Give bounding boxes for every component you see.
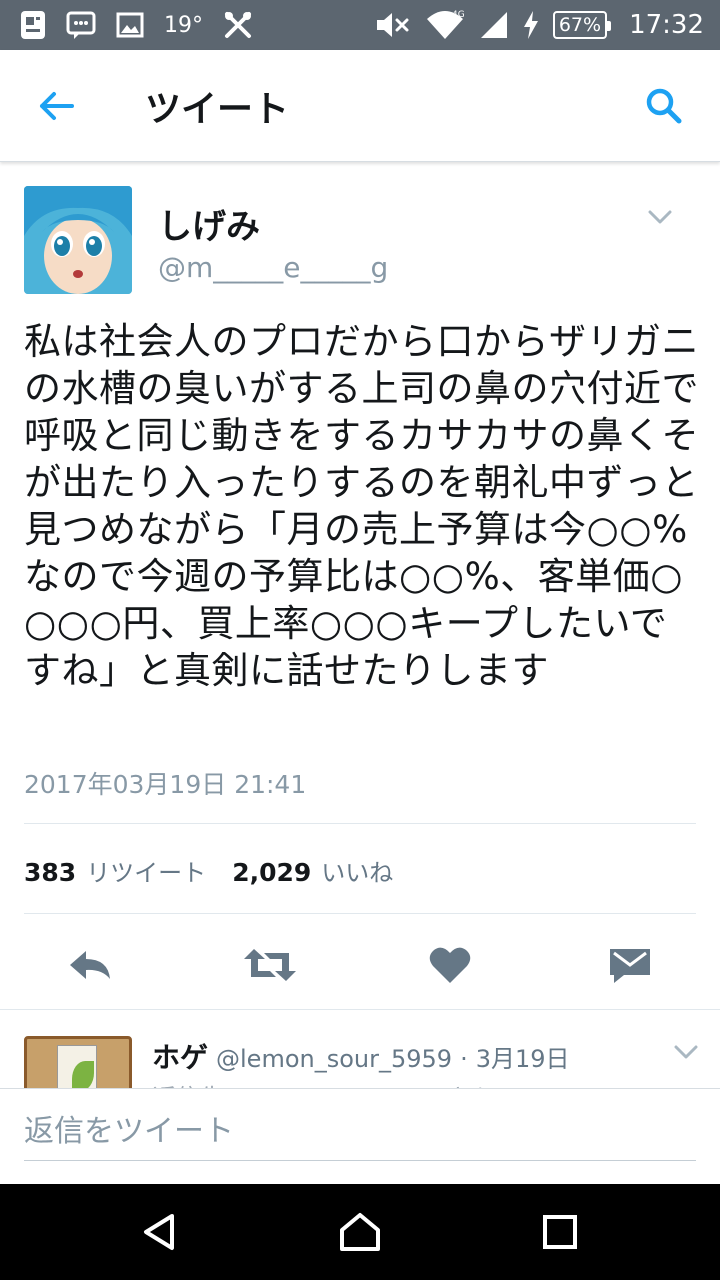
reply-date: 3月19日 — [475, 1045, 570, 1073]
reply-button[interactable] — [60, 935, 120, 995]
nav-home-button[interactable] — [335, 1210, 385, 1254]
mute-icon — [375, 10, 411, 40]
tweet-timestamp: 2017年03月19日 21:41 — [24, 770, 307, 799]
status-bar: 19° 4G 67% 17:32 — [0, 0, 720, 50]
svg-text:4G: 4G — [452, 10, 465, 20]
tweet-text: 私は社会人のプロだから口からザリガニの水槽の臭いがする上司の鼻の穴付近で呼吸と同… — [24, 320, 699, 692]
back-button[interactable] — [30, 86, 82, 126]
message-icon — [66, 10, 96, 40]
reply-avatar[interactable] — [24, 1036, 132, 1090]
battery-level: 67% — [558, 14, 602, 36]
compose-bar — [0, 1088, 720, 1184]
reply-menu-button[interactable] — [674, 1044, 698, 1063]
wifi-icon: 4G — [425, 9, 465, 41]
app-bar: ツイート — [0, 50, 720, 162]
nav-back-button[interactable] — [135, 1210, 185, 1254]
reply-input[interactable] — [24, 1103, 696, 1161]
image-icon — [116, 12, 144, 38]
message-icon — [610, 949, 650, 983]
search-icon — [646, 88, 682, 124]
like-button[interactable] — [420, 935, 480, 995]
like-count[interactable]: 2,029 — [232, 858, 311, 887]
signal-icon — [479, 10, 509, 40]
tweet-menu-button[interactable] — [646, 203, 674, 231]
heart-icon — [429, 947, 471, 983]
avatar[interactable] — [24, 186, 132, 294]
recents-icon — [543, 1215, 577, 1249]
chevron-down-icon — [648, 210, 672, 224]
retweet-button[interactable] — [240, 935, 300, 995]
arrow-left-icon — [40, 92, 74, 120]
search-button[interactable] — [642, 84, 686, 128]
reply-header: ホゲ @lemon_sour_5959 · 3月19日 — [152, 1036, 570, 1076]
reply-author-handle[interactable]: @lemon_sour_5959 — [216, 1045, 452, 1073]
divider — [24, 823, 696, 824]
temperature: 19° — [164, 12, 203, 38]
notification-icon — [20, 10, 46, 40]
back-triangle-icon — [144, 1214, 174, 1250]
charging-icon — [523, 11, 539, 39]
author-handle[interactable]: @m_____e_____g — [158, 251, 388, 284]
retweet-icon — [244, 949, 296, 981]
tweet-stats: 383 リツイート 2,029 いいね — [24, 853, 419, 888]
retweet-count[interactable]: 383 — [24, 858, 76, 887]
retweet-label[interactable]: リツイート — [86, 853, 206, 888]
like-label[interactable]: いいね — [321, 853, 393, 888]
tools-icon — [223, 10, 253, 40]
separator: · — [460, 1045, 468, 1073]
direct-message-button[interactable] — [600, 935, 660, 995]
reply-tweet[interactable]: ホゲ @lemon_sour_5959 · 3月19日 返信先: @m_____… — [0, 1010, 720, 1090]
reply-icon — [70, 951, 110, 979]
tweet-actions — [0, 935, 720, 995]
battery-indicator: 67% — [552, 11, 612, 39]
clock: 17:32 — [629, 10, 704, 40]
divider — [24, 913, 696, 914]
nav-recents-button[interactable] — [535, 1210, 585, 1254]
author-name[interactable]: しげみ — [158, 199, 260, 248]
chevron-down-icon — [674, 1045, 698, 1059]
navigation-bar — [0, 1184, 720, 1280]
reply-author-name[interactable]: ホゲ — [152, 1036, 208, 1076]
page-title: ツイート — [145, 89, 290, 130]
home-icon — [340, 1213, 380, 1251]
